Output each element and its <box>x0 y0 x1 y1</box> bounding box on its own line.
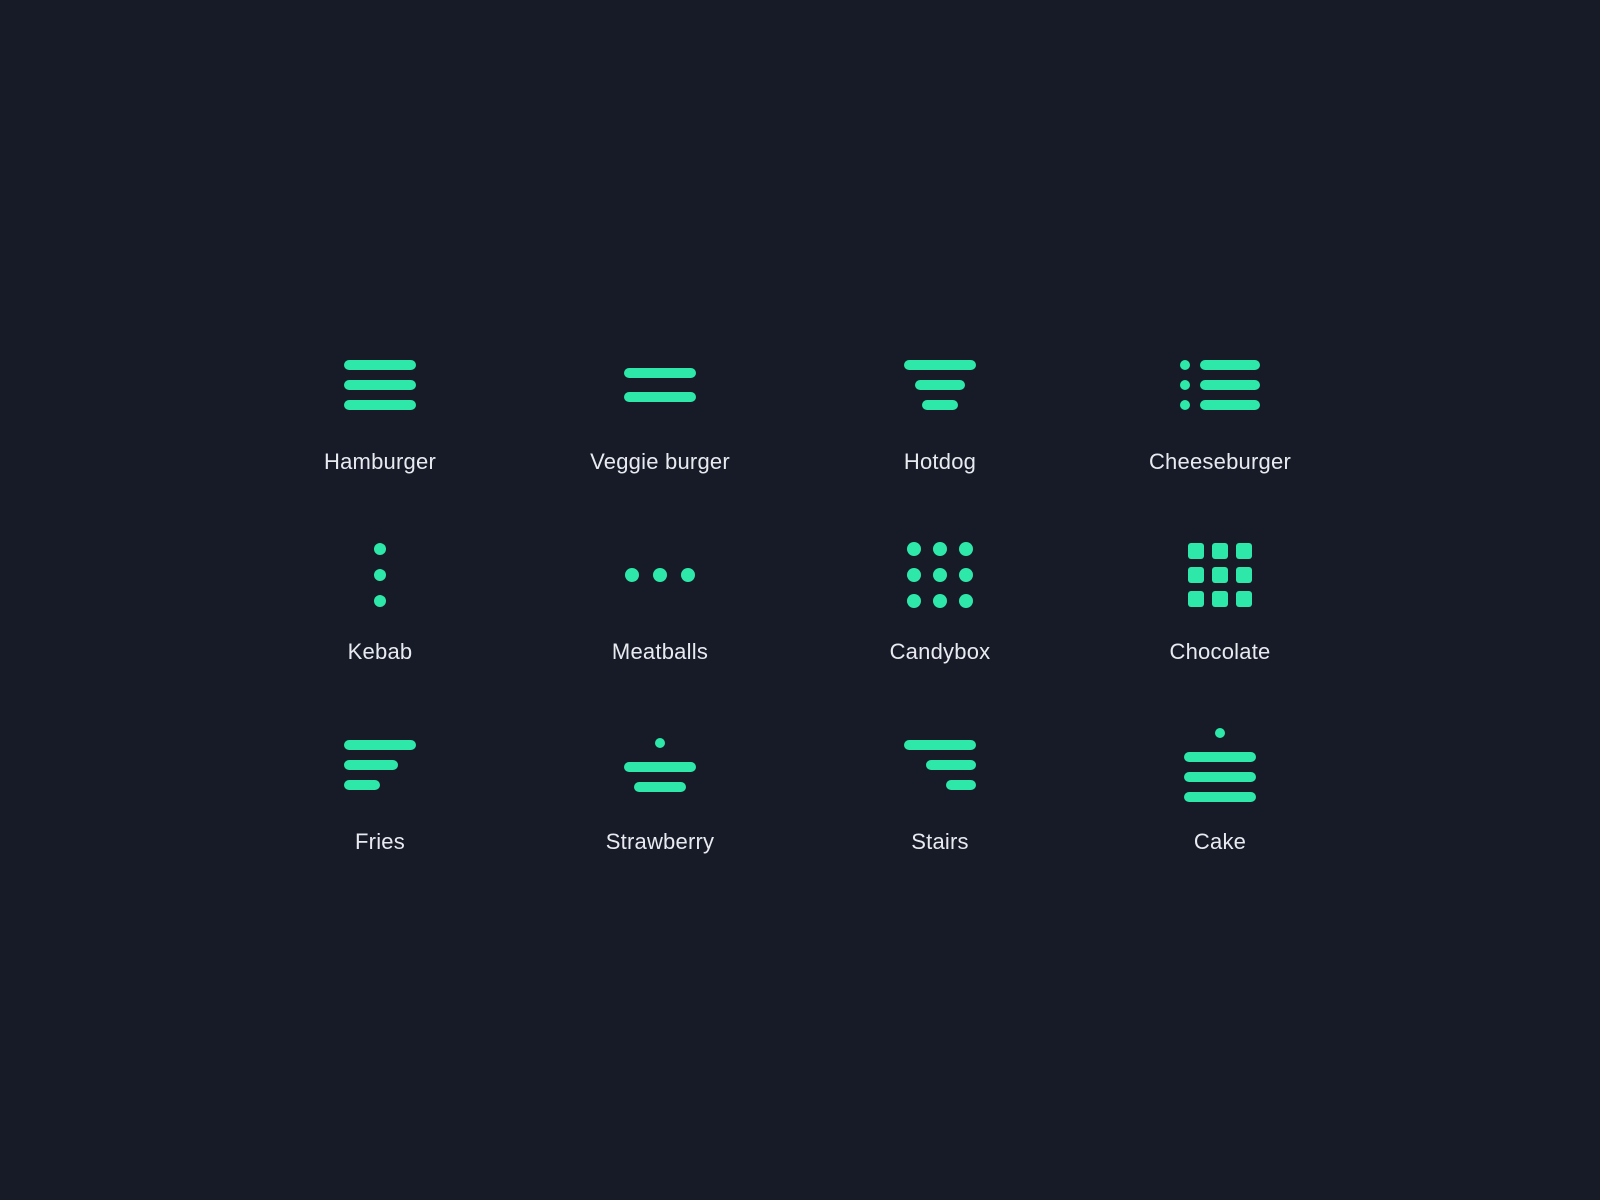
kebab-label: Kebab <box>348 639 413 665</box>
icon-card-strawberry[interactable]: Strawberry <box>560 725 760 855</box>
cheeseburger-label: Cheeseburger <box>1149 449 1291 475</box>
icon-card-cake[interactable]: Cake <box>1120 725 1320 855</box>
icon-grid: Hamburger Veggie burger Hotdog <box>280 345 1320 855</box>
meatballs-icon <box>615 535 705 615</box>
cheeseburger-icon <box>1175 345 1265 425</box>
fries-label: Fries <box>355 829 405 855</box>
icon-card-stairs[interactable]: Stairs <box>840 725 1040 855</box>
icon-card-hotdog[interactable]: Hotdog <box>840 345 1040 475</box>
hamburger-icon <box>335 345 425 425</box>
hotdog-label: Hotdog <box>904 449 976 475</box>
icon-card-meatballs[interactable]: Meatballs <box>560 535 760 665</box>
icon-card-hamburger[interactable]: Hamburger <box>280 345 480 475</box>
meatballs-label: Meatballs <box>612 639 708 665</box>
candybox-label: Candybox <box>890 639 991 665</box>
fries-icon <box>335 725 425 805</box>
cake-icon <box>1175 725 1265 805</box>
strawberry-icon <box>615 725 705 805</box>
hamburger-label: Hamburger <box>324 449 436 475</box>
icon-card-kebab[interactable]: Kebab <box>280 535 480 665</box>
cake-label: Cake <box>1194 829 1246 855</box>
icon-card-fries[interactable]: Fries <box>280 725 480 855</box>
candybox-icon <box>895 535 985 615</box>
icon-card-veggie[interactable]: Veggie burger <box>560 345 760 475</box>
veggie-burger-icon <box>615 345 705 425</box>
strawberry-label: Strawberry <box>606 829 715 855</box>
hotdog-icon <box>895 345 985 425</box>
stairs-icon <box>895 725 985 805</box>
chocolate-label: Chocolate <box>1169 639 1270 665</box>
icon-card-cheeseburger[interactable]: Cheeseburger <box>1120 345 1320 475</box>
kebab-icon <box>335 535 425 615</box>
icon-card-chocolate[interactable]: Chocolate <box>1120 535 1320 665</box>
veggie-label: Veggie burger <box>590 449 730 475</box>
icon-card-candybox[interactable]: Candybox <box>840 535 1040 665</box>
chocolate-icon <box>1175 535 1265 615</box>
stairs-label: Stairs <box>911 829 969 855</box>
